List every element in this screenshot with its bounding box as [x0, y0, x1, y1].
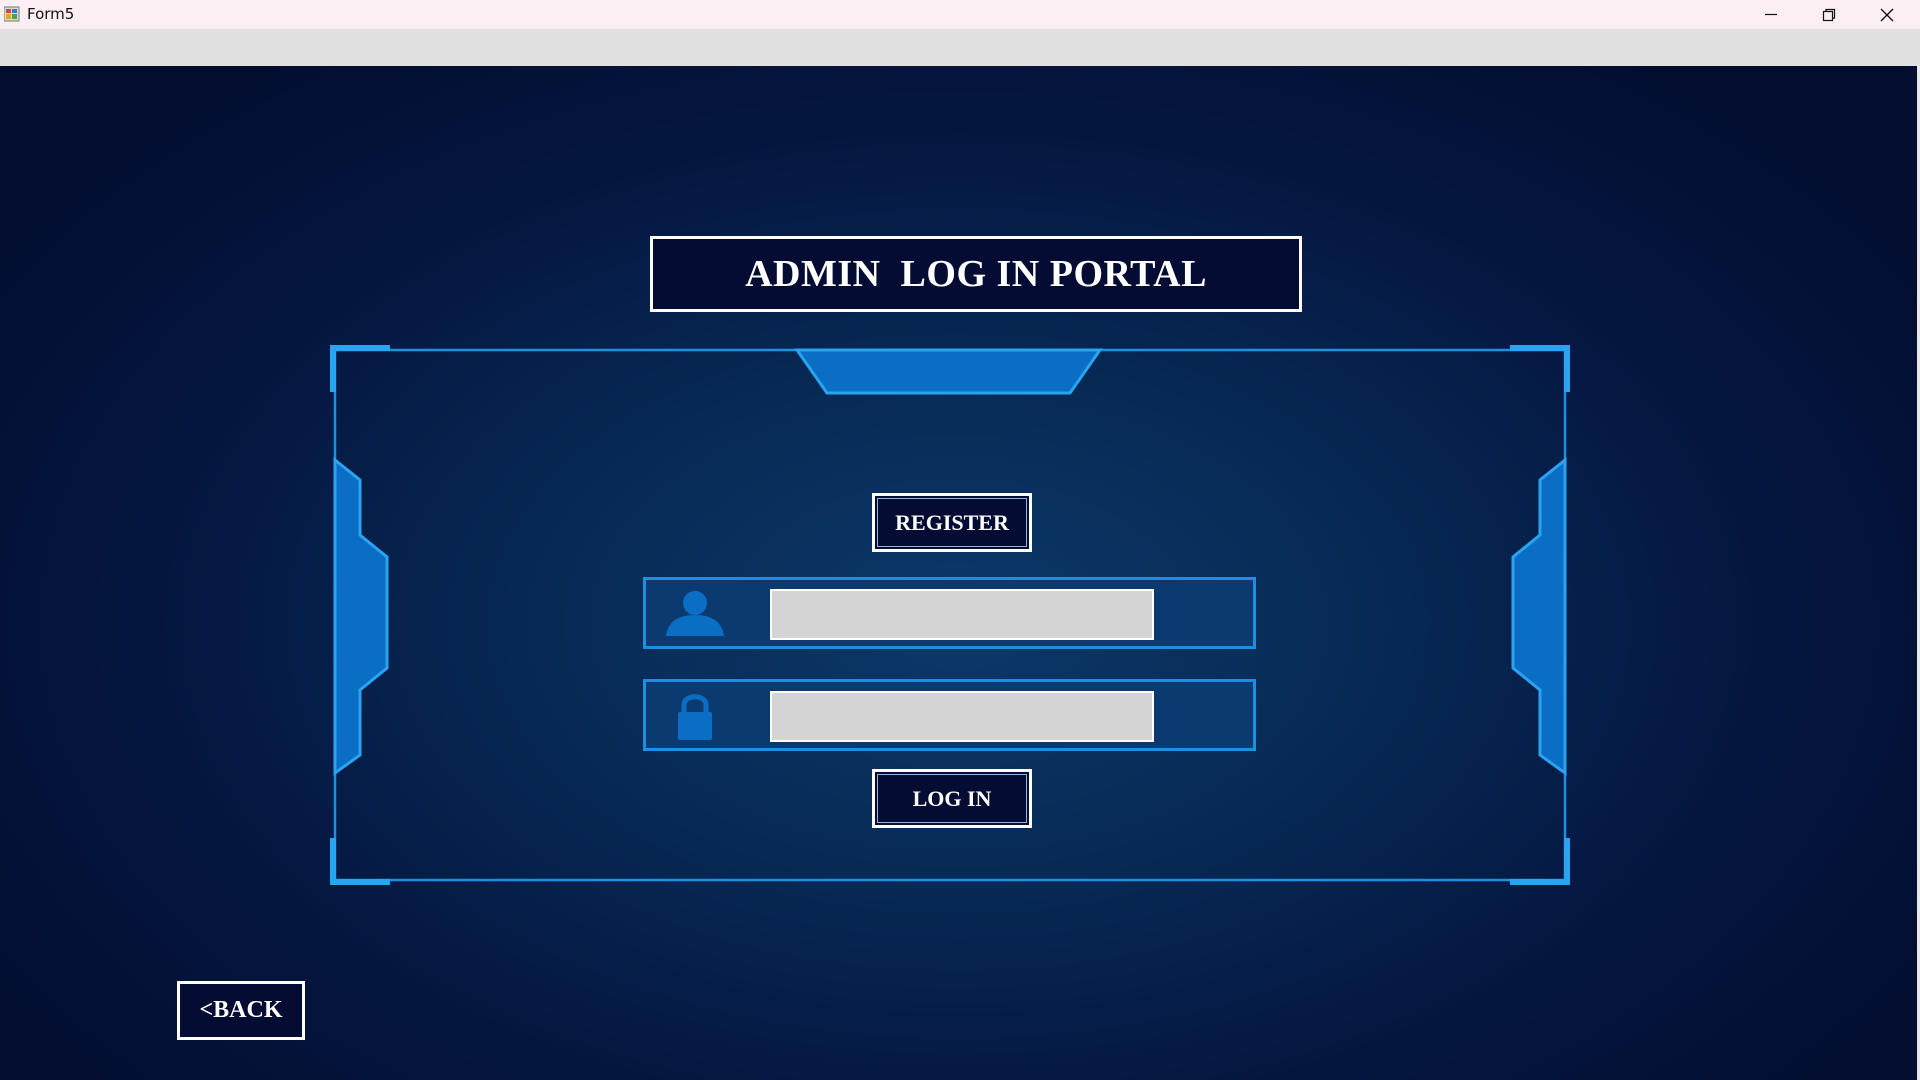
portal-title: ADMIN LOG IN PORTAL [745, 253, 1207, 295]
menu-strip [0, 29, 1920, 66]
corner-bracket-tr [1510, 345, 1570, 392]
restore-icon [1822, 8, 1836, 22]
minimize-button[interactable] [1742, 0, 1800, 29]
window-title: Form5 [27, 5, 75, 23]
corner-bracket-bl [330, 838, 390, 885]
corner-bracket-tl [330, 345, 390, 392]
close-button[interactable] [1858, 0, 1916, 29]
username-row [643, 577, 1256, 649]
password-input[interactable] [770, 691, 1154, 742]
title-bar: Form5 [0, 0, 1920, 29]
minimize-icon [1765, 13, 1777, 16]
left-side-accent [333, 456, 389, 776]
portal-title-box: ADMIN LOG IN PORTAL [650, 236, 1302, 312]
corner-bracket-br [1510, 838, 1570, 885]
lock-icon [678, 694, 712, 740]
password-row [643, 679, 1256, 751]
login-button[interactable]: LOG IN [872, 769, 1032, 828]
close-icon [1880, 8, 1894, 22]
top-tab-accent [794, 348, 1103, 395]
register-button[interactable]: REGISTER [872, 493, 1032, 552]
restore-button[interactable] [1800, 0, 1858, 29]
app-icon [4, 6, 20, 22]
username-input[interactable] [770, 589, 1154, 640]
right-side-accent [1511, 456, 1567, 776]
user-icon [666, 591, 724, 636]
back-button[interactable]: <BACK [177, 981, 305, 1040]
